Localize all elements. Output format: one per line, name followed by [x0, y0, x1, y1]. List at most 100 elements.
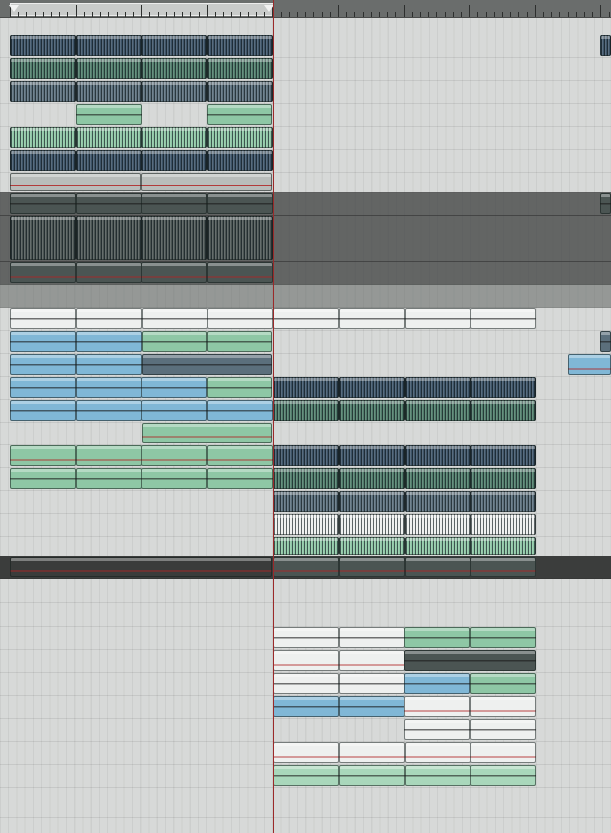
- track-lane[interactable]: [0, 57, 611, 81]
- midi-region[interactable]: [207, 331, 272, 352]
- playhead[interactable]: [273, 0, 274, 833]
- audio-region[interactable]: [141, 150, 207, 171]
- audio-region[interactable]: [339, 491, 405, 512]
- audio-region[interactable]: [405, 514, 471, 535]
- track-lane[interactable]: [0, 149, 611, 173]
- track-lane[interactable]: [0, 330, 611, 354]
- audio-region[interactable]: [10, 216, 76, 260]
- audio-region[interactable]: [405, 537, 471, 555]
- bar-ruler[interactable]: [0, 0, 611, 18]
- audio-region[interactable]: [76, 81, 142, 102]
- automation-region[interactable]: [273, 650, 339, 671]
- arrange-area[interactable]: [0, 0, 611, 833]
- automation-region[interactable]: [273, 742, 339, 763]
- track-lane[interactable]: [0, 556, 611, 579]
- track-lane[interactable]: [0, 103, 611, 127]
- automation-region[interactable]: [470, 557, 536, 577]
- midi-region[interactable]: [404, 673, 470, 694]
- left-locator-icon[interactable]: [9, 5, 19, 12]
- track-lane[interactable]: [0, 399, 611, 423]
- audio-region[interactable]: [470, 514, 536, 535]
- audio-region[interactable]: [207, 127, 273, 148]
- automation-region[interactable]: [273, 557, 339, 577]
- audio-region[interactable]: [273, 400, 339, 421]
- audio-region[interactable]: [76, 216, 142, 260]
- automation-region[interactable]: [10, 173, 141, 191]
- audio-region[interactable]: [76, 58, 142, 79]
- midi-region[interactable]: [142, 354, 272, 375]
- midi-region[interactable]: [404, 627, 470, 648]
- audio-region[interactable]: [339, 537, 405, 555]
- track-lane[interactable]: [0, 307, 611, 331]
- automation-region[interactable]: [404, 696, 470, 717]
- track-lane[interactable]: [0, 172, 611, 193]
- audio-region[interactable]: [339, 514, 405, 535]
- track-lane[interactable]: [0, 513, 611, 537]
- track-lane[interactable]: [0, 602, 611, 627]
- audio-region[interactable]: [76, 35, 142, 56]
- midi-region[interactable]: [207, 468, 273, 489]
- track-lane[interactable]: [0, 787, 611, 818]
- track-lane[interactable]: [0, 467, 611, 491]
- audio-region[interactable]: [339, 445, 405, 466]
- midi-region[interactable]: [470, 719, 536, 740]
- midi-region[interactable]: [339, 696, 405, 717]
- midi-region[interactable]: [76, 354, 142, 375]
- midi-region[interactable]: [470, 673, 536, 694]
- midi-region[interactable]: [339, 627, 405, 648]
- audio-region[interactable]: [600, 35, 611, 56]
- audio-region[interactable]: [10, 150, 76, 171]
- midi-region[interactable]: [470, 765, 536, 786]
- midi-region[interactable]: [273, 765, 339, 786]
- midi-region[interactable]: [273, 673, 339, 694]
- automation-region[interactable]: [142, 423, 272, 443]
- midi-region[interactable]: [207, 104, 272, 125]
- midi-region[interactable]: [10, 308, 76, 329]
- track-lane[interactable]: [0, 126, 611, 150]
- midi-region[interactable]: [405, 765, 471, 786]
- midi-region[interactable]: [470, 627, 536, 648]
- midi-region[interactable]: [10, 400, 76, 421]
- automation-region[interactable]: [207, 445, 273, 466]
- track-lane[interactable]: [0, 536, 611, 557]
- audio-region[interactable]: [10, 81, 76, 102]
- automation-region[interactable]: [405, 557, 471, 577]
- track-lane[interactable]: [0, 353, 611, 377]
- automation-region[interactable]: [339, 557, 405, 577]
- track-lane[interactable]: [0, 444, 611, 468]
- midi-region[interactable]: [273, 308, 339, 329]
- track-lane[interactable]: [0, 718, 611, 742]
- automation-region[interactable]: [10, 262, 76, 283]
- audio-region[interactable]: [141, 35, 207, 56]
- audio-region[interactable]: [470, 377, 536, 398]
- midi-region[interactable]: [207, 377, 272, 398]
- audio-region[interactable]: [405, 445, 471, 466]
- midi-region[interactable]: [76, 104, 142, 125]
- midi-region[interactable]: [141, 468, 207, 489]
- automation-region[interactable]: [470, 696, 536, 717]
- audio-region[interactable]: [207, 35, 273, 56]
- audio-region[interactable]: [405, 377, 471, 398]
- midi-region[interactable]: [10, 331, 76, 352]
- audio-region[interactable]: [470, 537, 536, 555]
- audio-region[interactable]: [470, 445, 536, 466]
- automation-region[interactable]: [470, 742, 536, 763]
- audio-region[interactable]: [273, 537, 339, 555]
- midi-region[interactable]: [142, 308, 208, 329]
- midi-region[interactable]: [76, 308, 142, 329]
- automation-region[interactable]: [568, 354, 611, 375]
- audio-region[interactable]: [339, 400, 405, 421]
- midi-region[interactable]: [207, 308, 273, 329]
- audio-region[interactable]: [470, 468, 536, 489]
- automation-region[interactable]: [76, 445, 142, 466]
- midi-region[interactable]: [207, 193, 273, 214]
- midi-region[interactable]: [273, 627, 339, 648]
- audio-region[interactable]: [339, 468, 405, 489]
- audio-region[interactable]: [207, 216, 273, 260]
- audio-region[interactable]: [405, 491, 471, 512]
- track-lane[interactable]: [0, 649, 611, 673]
- midi-region[interactable]: [141, 377, 207, 398]
- midi-region[interactable]: [10, 377, 76, 398]
- audio-region[interactable]: [76, 150, 142, 171]
- audio-region[interactable]: [207, 81, 273, 102]
